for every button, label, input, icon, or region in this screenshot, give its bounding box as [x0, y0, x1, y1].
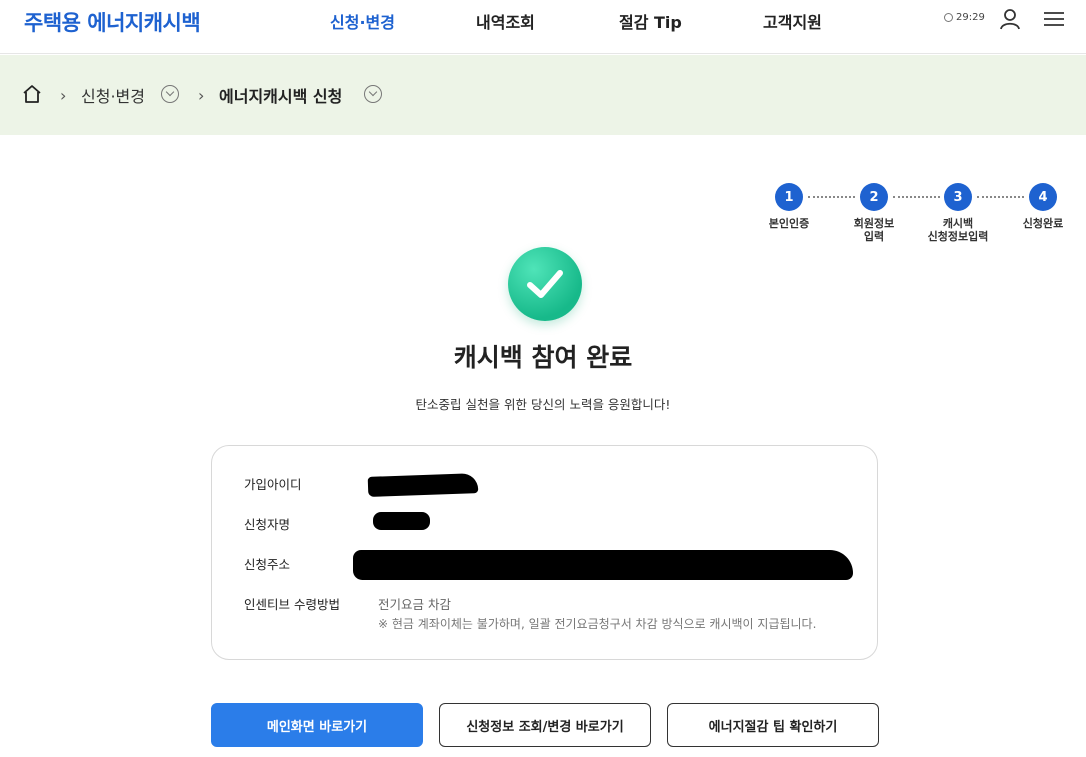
nav-support[interactable]: 고객지원 — [763, 9, 822, 33]
redacted-applicant-name — [373, 512, 430, 530]
chevron-right-icon: › — [198, 86, 205, 105]
step-3-circle: 3 — [944, 183, 972, 211]
step-connector — [808, 196, 855, 198]
step-connector — [893, 196, 940, 198]
session-timer: 29:29 — [944, 12, 985, 23]
user-icon[interactable] — [999, 8, 1021, 30]
go-energy-tips-button[interactable]: 에너지절감 팁 확인하기 — [667, 703, 879, 747]
home-icon[interactable] — [22, 84, 42, 104]
step-4-label: 신청완료 — [1022, 217, 1064, 230]
chevron-right-icon: › — [60, 86, 67, 105]
header: 주택용 에너지캐시백 신청·변경 내역조회 절감 Tip 고객지원 29:29 — [0, 0, 1086, 54]
redacted-user-id — [367, 473, 479, 497]
step-connector — [977, 196, 1024, 198]
session-timer-value: 29:29 — [956, 12, 985, 23]
go-main-button[interactable]: 메인화면 바로가기 — [211, 703, 423, 747]
step-1-circle: 1 — [775, 183, 803, 211]
site-logo[interactable]: 주택용 에너지캐시백 — [24, 7, 201, 37]
nav-history[interactable]: 내역조회 — [476, 9, 535, 33]
step-4-circle: 4 — [1029, 183, 1057, 211]
go-lookup-change-button[interactable]: 신청정보 조회/변경 바로가기 — [439, 703, 651, 747]
incentive-method-note: ※ 현금 계좌이체는 불가하며, 일괄 전기요금청구서 차감 방식으로 캐시백이… — [378, 617, 817, 631]
page-title: 캐시백 참여 완료 — [453, 343, 633, 372]
step-3-label: 캐시백 신청정보입력 — [927, 217, 989, 243]
chevron-down-icon[interactable] — [364, 85, 382, 103]
redacted-applicant-address — [353, 550, 853, 580]
breadcrumb: › 신청·변경 › 에너지캐시백 신청 — [0, 55, 1086, 135]
label-user-id: 가입아이디 — [244, 477, 302, 492]
clock-icon — [944, 13, 953, 22]
success-check-icon — [508, 247, 582, 321]
label-applicant-name: 신청자명 — [244, 517, 291, 532]
incentive-method-value: 전기요금 차감 — [378, 597, 451, 612]
step-2-circle: 2 — [860, 183, 888, 211]
step-2-label: 회원정보 입력 — [853, 217, 895, 243]
label-incentive-method: 인센티브 수령방법 — [244, 597, 340, 612]
hamburger-menu-icon[interactable] — [1043, 10, 1065, 28]
breadcrumb-cashback-apply[interactable]: 에너지캐시백 신청 — [219, 83, 342, 107]
nav-saving-tip[interactable]: 절감 Tip — [619, 9, 682, 33]
page-subtitle: 탄소중립 실천을 위한 당신의 노력을 응원합니다! — [415, 397, 671, 412]
nav-apply-change[interactable]: 신청·변경 — [330, 9, 395, 33]
label-applicant-address: 신청주소 — [244, 557, 291, 572]
step-1-label: 본인인증 — [768, 217, 810, 230]
breadcrumb-apply-change[interactable]: 신청·변경 — [81, 83, 145, 107]
application-summary-card: 가입아이디 신청자명 신청주소 인센티브 수령방법 전기요금 차감 ※ 현금 계… — [211, 445, 878, 660]
chevron-down-icon[interactable] — [161, 85, 179, 103]
